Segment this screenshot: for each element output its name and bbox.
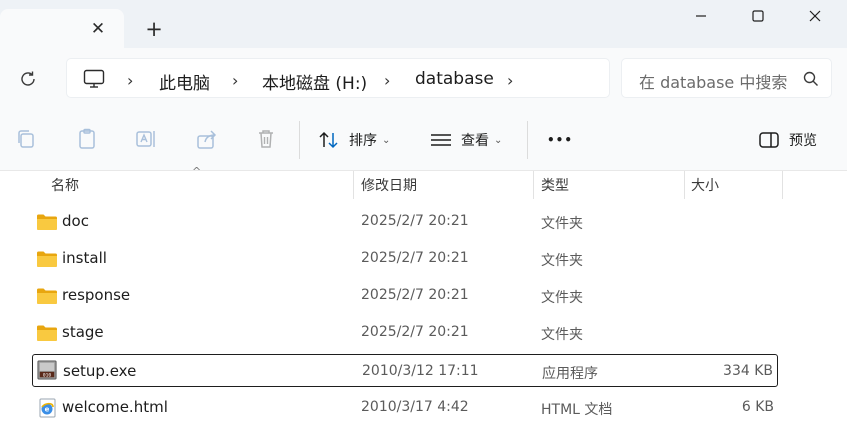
file-name: welcome.html <box>62 398 168 416</box>
view-label: 查看 <box>461 133 489 149</box>
refresh-icon <box>21 71 35 86</box>
title-bar: ✕ + <box>0 0 847 48</box>
active-tab[interactable]: ✕ <box>0 9 124 48</box>
file-modified: 2025/2/7 20:21 <box>361 250 469 266</box>
breadcrumb-drive[interactable]: 本地磁盘 (H:) <box>262 69 367 94</box>
preview-label: 预览 <box>789 133 817 149</box>
file-name: doc <box>62 212 89 230</box>
file-name: stage <box>62 323 104 341</box>
view-icon <box>431 134 451 146</box>
chevron-right-icon[interactable]: › <box>507 71 513 90</box>
sort-ascending-icon: ^ <box>192 165 202 178</box>
copy-icon[interactable] <box>14 127 38 151</box>
close-window-button[interactable] <box>781 0 847 32</box>
close-icon <box>809 10 821 22</box>
folder-icon <box>37 251 57 267</box>
file-type: HTML 文档 <box>541 402 613 418</box>
column-header-size[interactable]: 大小 <box>691 175 719 195</box>
file-name: setup.exe <box>63 362 137 380</box>
search-icon[interactable] <box>802 70 820 88</box>
address-row: › 此电脑 › 本地磁盘 (H:) › database › 在 databas… <box>0 48 847 109</box>
command-bar: 排序 ⌄ 查看 ⌄ ••• 预览 <box>0 109 847 171</box>
column-header-type[interactable]: 类型 <box>541 175 569 195</box>
chevron-right-icon[interactable]: › <box>127 71 133 90</box>
chevron-right-icon[interactable]: › <box>232 71 238 90</box>
toolbar-divider <box>527 121 528 159</box>
view-button[interactable]: 查看 ⌄ <box>430 127 502 153</box>
toolbar-divider <box>299 121 300 159</box>
sort-icon <box>319 131 338 149</box>
chevron-down-icon: ⌄ <box>382 134 391 146</box>
folder-icon <box>37 214 57 230</box>
file-modified: 2010/3/12 17:11 <box>362 363 479 379</box>
refresh-button[interactable] <box>14 65 42 93</box>
close-tab-button[interactable]: ✕ <box>86 18 110 40</box>
maximize-icon <box>752 10 764 22</box>
chevron-right-icon[interactable]: › <box>384 71 390 90</box>
file-size: 334 KB <box>723 363 773 379</box>
address-bar[interactable]: › 此电脑 › 本地磁盘 (H:) › database › <box>66 58 610 98</box>
list-item[interactable]: doc 2025/2/7 20:21 文件夹 <box>32 205 778 238</box>
file-modified: 2025/2/7 20:21 <box>361 324 469 340</box>
list-item[interactable]: install 2025/2/7 20:21 文件夹 <box>32 242 778 275</box>
file-type: 应用程序 <box>542 366 598 382</box>
list-item[interactable]: stage 2025/2/7 20:21 文件夹 <box>32 316 778 349</box>
preview-pane-icon <box>759 132 779 148</box>
chevron-down-icon: ⌄ <box>494 134 503 146</box>
breadcrumb-database[interactable]: database <box>415 69 494 89</box>
column-header-modified[interactable]: 修改日期 <box>361 175 417 195</box>
file-type: 文件夹 <box>541 253 583 269</box>
svg-text:010: 010 <box>43 372 51 378</box>
column-divider[interactable] <box>782 171 783 199</box>
list-item[interactable]: response 2025/2/7 20:21 文件夹 <box>32 279 778 312</box>
breadcrumb-this-pc[interactable]: 此电脑 <box>159 69 210 94</box>
file-size: 6 KB <box>741 399 774 415</box>
file-type: 文件夹 <box>541 290 583 306</box>
paste-icon[interactable] <box>75 127 99 151</box>
list-item-selected[interactable]: 010 setup.exe 2010/3/12 17:11 应用程序 334 K… <box>32 354 778 387</box>
more-options-button[interactable]: ••• <box>547 127 573 153</box>
search-box[interactable]: 在 database 中搜索 <box>621 58 832 98</box>
column-divider[interactable] <box>353 171 354 199</box>
file-type: 文件夹 <box>541 216 583 232</box>
delete-icon[interactable] <box>254 127 278 151</box>
sort-label: 排序 <box>349 133 377 149</box>
file-modified: 2025/2/7 20:21 <box>361 287 469 303</box>
sort-button[interactable]: 排序 ⌄ <box>318 127 390 153</box>
list-item[interactable]: e welcome.html 2010/3/17 4:42 HTML 文档 6 … <box>32 391 778 424</box>
new-tab-button[interactable]: + <box>140 17 168 41</box>
svg-text:e: e <box>45 406 50 414</box>
exe-icon: 010 <box>37 360 57 380</box>
folder-icon <box>37 325 57 341</box>
html-icon: e <box>39 398 56 418</box>
share-icon[interactable] <box>195 127 219 151</box>
minimize-icon <box>696 15 706 17</box>
column-divider[interactable] <box>684 171 685 199</box>
rename-icon[interactable] <box>134 127 158 151</box>
column-divider[interactable] <box>533 171 534 199</box>
file-name: install <box>62 249 107 267</box>
preview-pane-button[interactable]: 预览 <box>759 127 817 153</box>
folder-icon <box>37 288 57 304</box>
file-type: 文件夹 <box>541 327 583 343</box>
file-name: response <box>62 286 131 304</box>
computer-icon <box>83 69 105 88</box>
column-header-name[interactable]: 名称 <box>51 175 79 195</box>
file-modified: 2010/3/17 4:42 <box>361 399 469 415</box>
column-headers: ^ 名称 修改日期 类型 大小 <box>0 165 847 199</box>
search-input[interactable]: 在 database 中搜索 <box>639 69 789 93</box>
file-modified: 2025/2/7 20:21 <box>361 213 469 229</box>
